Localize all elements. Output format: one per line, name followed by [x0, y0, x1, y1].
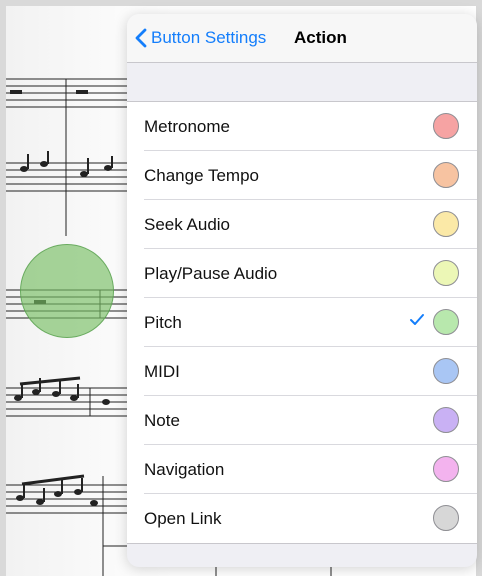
chevron-left-icon [135, 28, 147, 48]
checkmark-icon [410, 314, 424, 325]
action-item-seek-audio[interactable]: Seek Audio [127, 200, 477, 249]
action-item-navigation[interactable]: Navigation [127, 445, 477, 494]
back-button[interactable]: Button Settings [135, 24, 266, 52]
action-item-label: Metronome [144, 117, 230, 136]
action-item-label: Note [144, 411, 180, 430]
color-swatch [433, 113, 459, 139]
color-swatch [433, 162, 459, 188]
color-swatch [433, 505, 459, 531]
color-swatch [433, 407, 459, 433]
action-item-midi[interactable]: MIDI [127, 347, 477, 396]
action-item-change-tempo[interactable]: Change Tempo [127, 151, 477, 200]
action-popover: Button Settings Action Metronome Change T… [127, 14, 477, 567]
action-item-metronome[interactable]: Metronome [127, 102, 477, 151]
action-item-label: Change Tempo [144, 166, 259, 185]
touch-indicator-circle [20, 244, 114, 338]
color-swatch [433, 358, 459, 384]
color-swatch [433, 260, 459, 286]
action-item-label: Seek Audio [144, 215, 231, 234]
action-item-open-link[interactable]: Open Link [127, 494, 477, 543]
page-title: Action [294, 28, 347, 47]
action-item-label: MIDI [144, 362, 180, 381]
color-swatch [433, 211, 459, 237]
action-item-play-pause-audio[interactable]: Play/Pause Audio [127, 249, 477, 298]
action-item-label: Navigation [144, 460, 225, 479]
action-item-label: Open Link [144, 509, 222, 528]
back-button-label: Button Settings [151, 28, 267, 47]
action-list: Metronome Change Tempo Seek Audio Play/Paus… [127, 101, 477, 544]
action-item-pitch[interactable]: Pitch [127, 298, 477, 347]
color-swatch [433, 309, 459, 335]
color-swatch [433, 456, 459, 482]
action-item-label: Pitch [144, 313, 182, 332]
action-item-note[interactable]: Note [127, 396, 477, 445]
action-item-label: Play/Pause Audio [144, 264, 278, 283]
navigation-bar: Button Settings Action [127, 14, 477, 63]
